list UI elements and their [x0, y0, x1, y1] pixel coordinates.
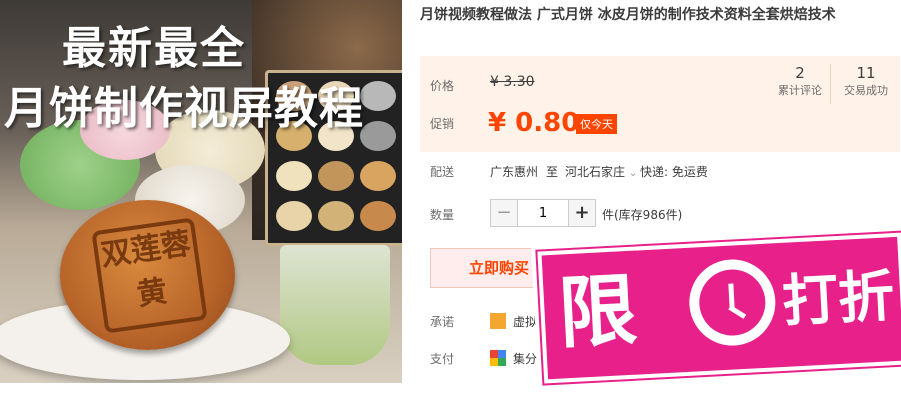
sticker-char-limit: 限 — [556, 265, 639, 360]
mooncake-stamp: 双莲蓉黄 — [91, 217, 208, 334]
delivery-label: 配送 — [430, 165, 455, 179]
sticker-discount-text: 打折 — [780, 264, 896, 335]
hero-title-line1: 最新最全 — [62, 23, 246, 74]
stat-divider — [830, 64, 831, 104]
pastry — [360, 121, 396, 151]
sticker-body: 限 打折 — [537, 232, 901, 384]
reviews-label: 累计评论 — [778, 84, 822, 97]
destination-value: 河北石家庄 — [565, 165, 626, 179]
pastry — [276, 161, 312, 191]
reviews-stat[interactable]: 2 累计评论 — [772, 64, 828, 98]
promise-label: 承诺 — [430, 315, 455, 329]
clock-icon — [687, 257, 778, 348]
quantity-label: 数量 — [430, 208, 455, 222]
reviews-count: 2 — [795, 64, 805, 82]
virtual-goods-icon — [490, 313, 506, 329]
decrease-button[interactable]: − — [491, 200, 518, 226]
product-image[interactable]: 双莲蓉黄 最新最全 月饼制作视屏教程 — [0, 0, 402, 383]
destination-select[interactable]: 河北石家庄 ⌄ — [565, 163, 637, 180]
increase-button[interactable]: + — [568, 200, 595, 226]
today-only-badge: 仅今天 — [576, 114, 617, 134]
payment-label: 支付 — [430, 352, 455, 366]
promo-label: 促销 — [430, 117, 455, 131]
promo-price: ¥ 0.80 — [488, 108, 580, 138]
pastry — [318, 161, 354, 191]
delivery-origin: 广东惠州 — [490, 165, 539, 179]
pastry — [360, 81, 396, 111]
shipping-fee: 快递: 免运费 — [640, 165, 708, 179]
delivery-to: 至 — [546, 165, 559, 179]
payment-text[interactable]: 集分 — [513, 350, 537, 367]
tea-glass — [280, 245, 390, 365]
pastry — [360, 161, 396, 191]
limited-discount-sticker: 限 打折 — [531, 224, 901, 384]
original-price: ¥ 3.30 — [490, 74, 535, 90]
pastry — [318, 201, 354, 231]
quantity-stepper: − + — [490, 199, 596, 227]
trades-label: 交易成功 — [844, 84, 888, 97]
quantity-input[interactable] — [518, 200, 568, 226]
hero-title-line2: 月饼制作视屏教程 — [4, 83, 364, 134]
product-title: 月饼视频教程做法 广式月饼 冰皮月饼的制作技术资料全套烘焙技术 — [420, 7, 836, 23]
stock-info: 件(库存986件) — [602, 208, 683, 222]
pastry — [360, 201, 396, 231]
baked-mooncake: 双莲蓉黄 — [60, 200, 235, 350]
trades-count: 11 — [856, 64, 876, 82]
price-label: 价格 — [430, 79, 455, 93]
promise-text[interactable]: 虚拟 — [513, 313, 537, 330]
trades-stat[interactable]: 11 交易成功 — [838, 64, 894, 98]
pastry — [276, 201, 312, 231]
chevron-down-icon: ⌄ — [628, 168, 638, 179]
points-pay-icon — [490, 350, 506, 366]
